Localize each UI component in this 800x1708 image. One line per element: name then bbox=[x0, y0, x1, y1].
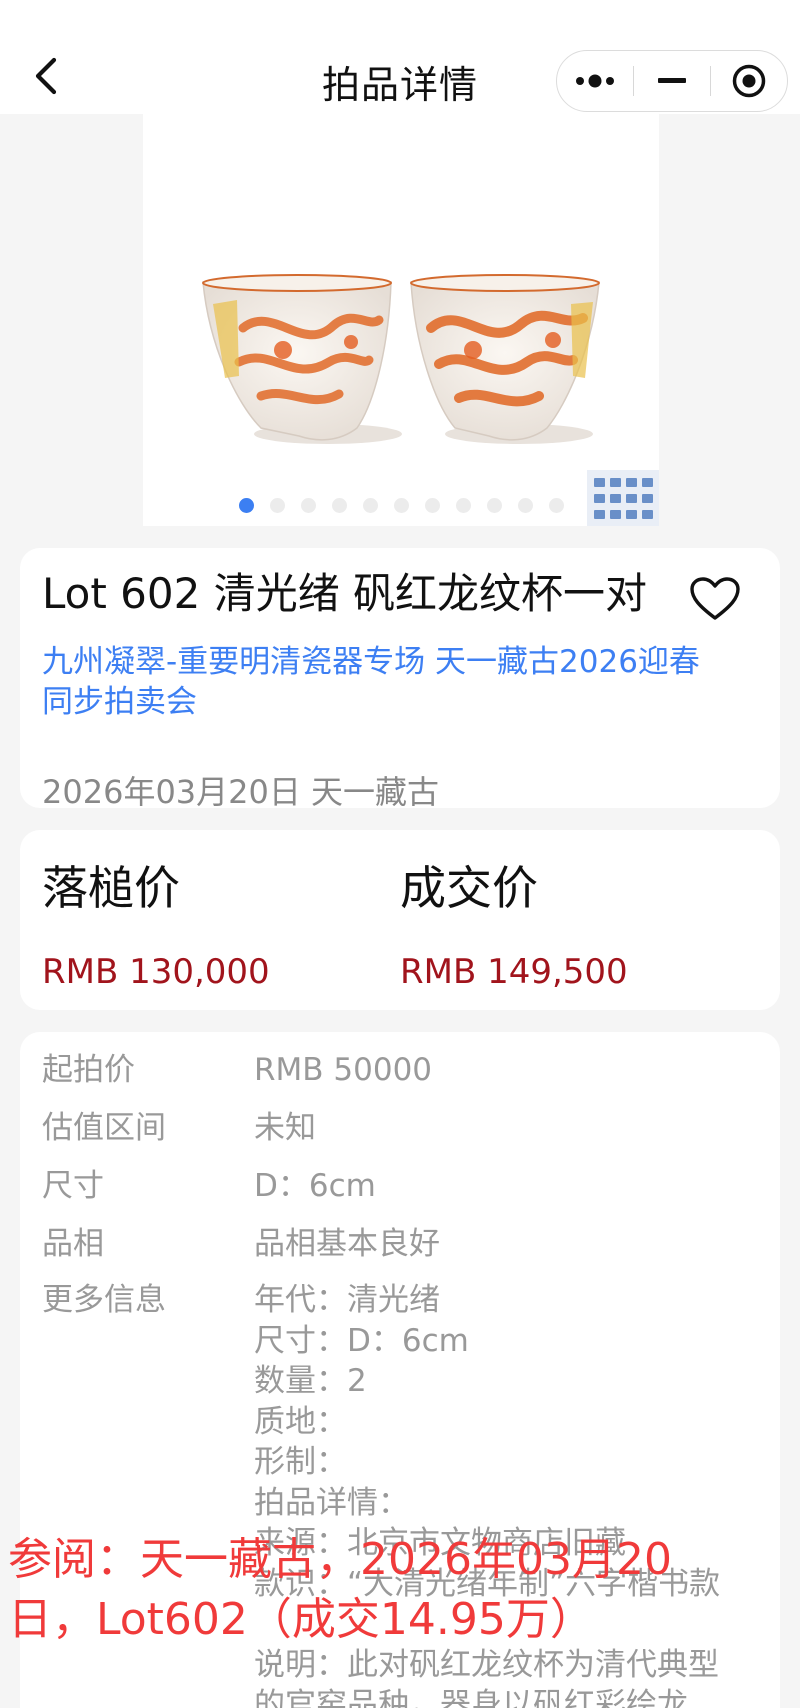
gallery-dot[interactable] bbox=[456, 498, 471, 513]
reign-mark-thumbnail[interactable] bbox=[587, 470, 659, 526]
favorite-button[interactable] bbox=[688, 574, 742, 624]
mini-program-capsule bbox=[556, 50, 788, 112]
gallery-pagination bbox=[239, 498, 564, 513]
size-value: D：6cm bbox=[254, 1168, 376, 1204]
more-info-line: 说明：此对矾红龙纹杯为清代典型 bbox=[254, 1646, 719, 1683]
gallery-dot[interactable] bbox=[425, 498, 440, 513]
more-info-line bbox=[254, 1604, 764, 1645]
start-price-value: RMB 50000 bbox=[254, 1052, 433, 1088]
deal-price-block: 成交价 RMB 149,500 bbox=[400, 858, 628, 992]
sale-date-house: 2026年03月20日 天一藏古 bbox=[42, 773, 440, 811]
more-info-line: 拍品详情： bbox=[254, 1484, 409, 1521]
price-card: 落槌价 RMB 130,000 成交价 RMB 149,500 bbox=[20, 830, 780, 1010]
more-info-line: 形制： bbox=[254, 1444, 347, 1480]
start-price-key: 起拍价 bbox=[42, 1052, 135, 1088]
more-info-line: 年代：清光绪 bbox=[254, 1282, 440, 1318]
sale-session-line-1: 九州凝翠-重要明清瓷器专场 天一藏古2026迎春 bbox=[42, 644, 700, 680]
minimize-button[interactable] bbox=[634, 51, 710, 111]
more-button[interactable] bbox=[557, 51, 633, 111]
close-button[interactable] bbox=[711, 51, 787, 111]
heart-icon bbox=[690, 577, 740, 620]
image-gallery[interactable] bbox=[143, 114, 659, 526]
estimate-key: 估值区间 bbox=[42, 1110, 166, 1146]
more-info-lines: 年代：清光绪 尺寸：D：6cm 数量：2 质地： 形制： 拍品详情： 来源：北京市文物商店旧… bbox=[254, 1280, 764, 1708]
sale-session-line-2: 同步拍卖会 bbox=[42, 684, 197, 720]
estimate-value: 未知 bbox=[254, 1110, 316, 1146]
more-info-line: 数量：2 bbox=[254, 1363, 367, 1399]
info-card: 起拍价 RMB 50000 估值区间 未知 尺寸 D：6cm 品相 品相基本良好… bbox=[20, 1032, 780, 1708]
gallery-dot[interactable] bbox=[549, 498, 564, 513]
more-info-line: 来源：北京市文物商店旧藏 bbox=[254, 1525, 626, 1561]
more-info-line: 质地： bbox=[254, 1403, 347, 1440]
lot-title: Lot 602 清光绪 矾红龙纹杯一对 bbox=[42, 569, 648, 618]
hammer-price-label: 落槌价 bbox=[42, 861, 180, 915]
target-close-icon bbox=[732, 64, 766, 98]
more-info-key: 更多信息 bbox=[42, 1282, 166, 1318]
cups-image bbox=[202, 274, 600, 444]
sale-session-link[interactable]: 九州凝翠-重要明清瓷器专场 天一藏古2026迎春 同步拍卖会 bbox=[42, 642, 742, 722]
minimize-icon bbox=[658, 78, 686, 83]
gallery-dot[interactable] bbox=[487, 498, 502, 513]
hammer-price-value: RMB 130,000 bbox=[42, 952, 270, 992]
more-info-line: 尺寸：D：6cm bbox=[254, 1322, 469, 1359]
gallery-dot[interactable] bbox=[518, 498, 533, 513]
condition-key: 品相 bbox=[42, 1226, 104, 1262]
more-info-line: 款识：“大清光绪年制”六字楷书款 bbox=[254, 1565, 721, 1602]
gallery-dot[interactable] bbox=[301, 498, 316, 513]
hammer-price-block: 落槌价 RMB 130,000 bbox=[42, 858, 270, 992]
size-key: 尺寸 bbox=[42, 1168, 104, 1204]
deal-price-label: 成交价 bbox=[400, 861, 538, 915]
top-bar: 拍品详情 bbox=[0, 0, 800, 114]
lot-title-card: Lot 602 清光绪 矾红龙纹杯一对 九州凝翠-重要明清瓷器专场 天一藏古20… bbox=[20, 548, 780, 811]
more-info-line: 的官窑品种，器身以矾红彩绘龙 bbox=[254, 1687, 688, 1708]
gallery-dot[interactable] bbox=[239, 498, 254, 513]
deal-price-value: RMB 149,500 bbox=[400, 952, 628, 992]
gallery-dot[interactable] bbox=[394, 498, 409, 513]
gallery-dot[interactable] bbox=[332, 498, 347, 513]
condition-value: 品相基本良好 bbox=[254, 1226, 440, 1262]
gallery-dot[interactable] bbox=[363, 498, 378, 513]
gallery-dot[interactable] bbox=[270, 498, 285, 513]
more-dots-icon bbox=[576, 74, 614, 88]
